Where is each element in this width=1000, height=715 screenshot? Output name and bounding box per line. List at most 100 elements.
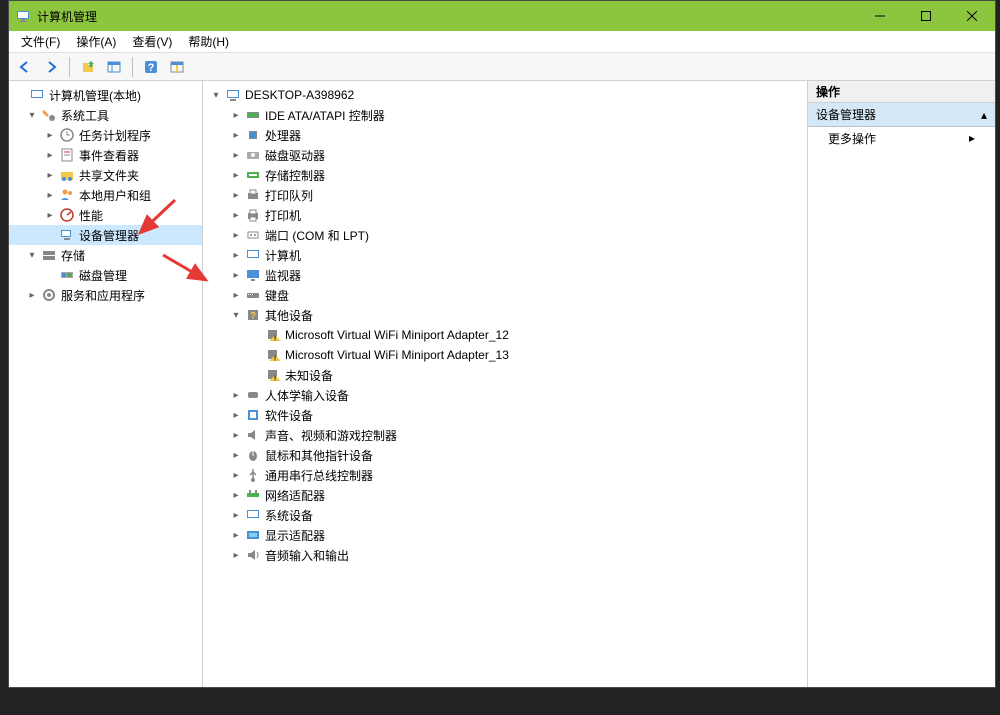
menu-file[interactable]: 文件(F) bbox=[13, 31, 68, 52]
tree-event-viewer[interactable]: ▸ 事件查看器 bbox=[9, 145, 202, 165]
collapse-icon[interactable]: ▾ bbox=[25, 108, 39, 122]
expand-icon[interactable]: ▸ bbox=[229, 428, 243, 442]
ide-icon bbox=[245, 107, 261, 123]
network-icon bbox=[245, 487, 261, 503]
help-button[interactable]: ? bbox=[139, 55, 163, 79]
expand-icon[interactable]: ▸ bbox=[43, 208, 57, 222]
expand-icon[interactable]: ▸ bbox=[229, 228, 243, 242]
tree-task-scheduler[interactable]: ▸ 任务计划程序 bbox=[9, 125, 202, 145]
expand-icon[interactable]: ▸ bbox=[229, 548, 243, 562]
expand-icon[interactable]: ▸ bbox=[229, 108, 243, 122]
device-wifi12[interactable]: !Microsoft Virtual WiFi Miniport Adapter… bbox=[203, 325, 807, 345]
device-audio[interactable]: ▸音频输入和输出 bbox=[203, 545, 807, 565]
device-monitor[interactable]: ▸监视器 bbox=[203, 265, 807, 285]
maximize-button[interactable] bbox=[903, 1, 949, 31]
expand-icon[interactable]: ▸ bbox=[229, 408, 243, 422]
expand-icon[interactable]: ▸ bbox=[25, 288, 39, 302]
device-disk-drive[interactable]: ▸磁盘驱动器 bbox=[203, 145, 807, 165]
expand-icon[interactable]: ▸ bbox=[229, 528, 243, 542]
expand-icon[interactable]: ▸ bbox=[229, 508, 243, 522]
device-unknown[interactable]: !未知设备 bbox=[203, 365, 807, 385]
expand-icon[interactable]: ▸ bbox=[229, 168, 243, 182]
device-print-queue[interactable]: ▸打印队列 bbox=[203, 185, 807, 205]
tree-local-users[interactable]: ▸ 本地用户和组 bbox=[9, 185, 202, 205]
tree-label: 共享文件夹 bbox=[79, 167, 139, 184]
tree-performance[interactable]: ▸ 性能 bbox=[9, 205, 202, 225]
svg-text:?: ? bbox=[250, 311, 256, 322]
expand-icon[interactable]: ▸ bbox=[229, 188, 243, 202]
tree-disk-mgmt[interactable]: 磁盘管理 bbox=[9, 265, 202, 285]
expand-icon[interactable]: ▸ bbox=[43, 128, 57, 142]
computer-icon bbox=[225, 87, 241, 103]
collapse-icon[interactable]: ▾ bbox=[209, 88, 223, 102]
content-area: 计算机管理(本地) ▾ 系统工具 ▸ 任务计划程序 ▸ 事件查看器 ▸ 共享文件… bbox=[9, 81, 995, 687]
device-usb[interactable]: ▸ 通用串行总线控制器 bbox=[203, 465, 807, 485]
app-icon bbox=[15, 8, 31, 24]
device-sound[interactable]: ▸声音、视频和游戏控制器 bbox=[203, 425, 807, 445]
menu-help[interactable]: 帮助(H) bbox=[180, 31, 237, 52]
device-computer[interactable]: ▸计算机 bbox=[203, 245, 807, 265]
tree-label: 处理器 bbox=[265, 127, 301, 144]
up-button[interactable] bbox=[76, 55, 100, 79]
close-button[interactable] bbox=[949, 1, 995, 31]
mouse-icon bbox=[245, 447, 261, 463]
tree-label: 通用串行总线控制器 bbox=[265, 467, 373, 484]
expand-icon[interactable]: ▸ bbox=[229, 448, 243, 462]
services-icon bbox=[41, 287, 57, 303]
device-ide[interactable]: ▸IDE ATA/ATAPI 控制器 bbox=[203, 105, 807, 125]
expand-icon[interactable]: ▸ bbox=[229, 268, 243, 282]
tree-services[interactable]: ▸ 服务和应用程序 bbox=[9, 285, 202, 305]
tree-label: Microsoft Virtual WiFi Miniport Adapter_… bbox=[285, 348, 509, 362]
properties-button[interactable] bbox=[165, 55, 189, 79]
other-icon: ? bbox=[245, 307, 261, 323]
more-actions[interactable]: 更多操作 ▸ bbox=[808, 127, 995, 149]
expand-icon[interactable]: ▸ bbox=[43, 188, 57, 202]
tree-label: 人体学输入设备 bbox=[265, 387, 349, 404]
tree-label: 存储 bbox=[61, 247, 85, 264]
collapse-icon[interactable]: ▾ bbox=[229, 308, 243, 322]
device-ports[interactable]: ▸端口 (COM 和 LPT) bbox=[203, 225, 807, 245]
expand-icon[interactable]: ▸ bbox=[43, 168, 57, 182]
device-network[interactable]: ▸网络适配器 bbox=[203, 485, 807, 505]
tree-label: 本地用户和组 bbox=[79, 187, 151, 204]
expand-icon[interactable]: ▸ bbox=[229, 128, 243, 142]
device-software[interactable]: ▸软件设备 bbox=[203, 405, 807, 425]
device-system[interactable]: ▸系统设备 bbox=[203, 505, 807, 525]
tree-root[interactable]: 计算机管理(本地) bbox=[9, 85, 202, 105]
device-hid[interactable]: ▸ 人体学输入设备 bbox=[203, 385, 807, 405]
expand-icon[interactable]: ▸ bbox=[43, 148, 57, 162]
back-button[interactable] bbox=[13, 55, 37, 79]
audio-icon bbox=[245, 547, 261, 563]
expand-icon[interactable]: ▸ bbox=[229, 388, 243, 402]
device-display[interactable]: ▸显示适配器 bbox=[203, 525, 807, 545]
expand-icon[interactable]: ▸ bbox=[229, 468, 243, 482]
tree-system-tools[interactable]: ▾ 系统工具 bbox=[9, 105, 202, 125]
warning-device-icon: ! bbox=[265, 327, 281, 343]
device-printer[interactable]: ▸打印机 bbox=[203, 205, 807, 225]
tree-storage[interactable]: ▾ 存储 bbox=[9, 245, 202, 265]
device-mouse[interactable]: ▸鼠标和其他指针设备 bbox=[203, 445, 807, 465]
forward-button[interactable] bbox=[39, 55, 63, 79]
actions-section[interactable]: 设备管理器 ▴ bbox=[808, 103, 995, 127]
tree-device-manager[interactable]: 设备管理器 bbox=[9, 225, 202, 245]
show-hide-button[interactable] bbox=[102, 55, 126, 79]
device-root[interactable]: ▾ DESKTOP-A398962 bbox=[203, 85, 807, 105]
users-icon bbox=[59, 187, 75, 203]
collapse-icon[interactable]: ▾ bbox=[25, 248, 39, 262]
device-keyboard[interactable]: ▸键盘 bbox=[203, 285, 807, 305]
device-wifi13[interactable]: !Microsoft Virtual WiFi Miniport Adapter… bbox=[203, 345, 807, 365]
actions-panel: 操作 设备管理器 ▴ 更多操作 ▸ bbox=[808, 81, 995, 687]
device-storage-ctrl[interactable]: ▸存储控制器 bbox=[203, 165, 807, 185]
device-processor[interactable]: ▸ 处理器 bbox=[203, 125, 807, 145]
expand-icon[interactable]: ▸ bbox=[229, 208, 243, 222]
expand-icon[interactable]: ▸ bbox=[229, 488, 243, 502]
expand-icon[interactable]: ▸ bbox=[229, 288, 243, 302]
menu-action[interactable]: 操作(A) bbox=[68, 31, 124, 52]
tree-shared-folders[interactable]: ▸ 共享文件夹 bbox=[9, 165, 202, 185]
expand-icon[interactable]: ▸ bbox=[229, 248, 243, 262]
computer-icon bbox=[245, 247, 261, 263]
expand-icon[interactable]: ▸ bbox=[229, 148, 243, 162]
minimize-button[interactable] bbox=[857, 1, 903, 31]
device-other[interactable]: ▾?其他设备 bbox=[203, 305, 807, 325]
menu-view[interactable]: 查看(V) bbox=[124, 31, 180, 52]
